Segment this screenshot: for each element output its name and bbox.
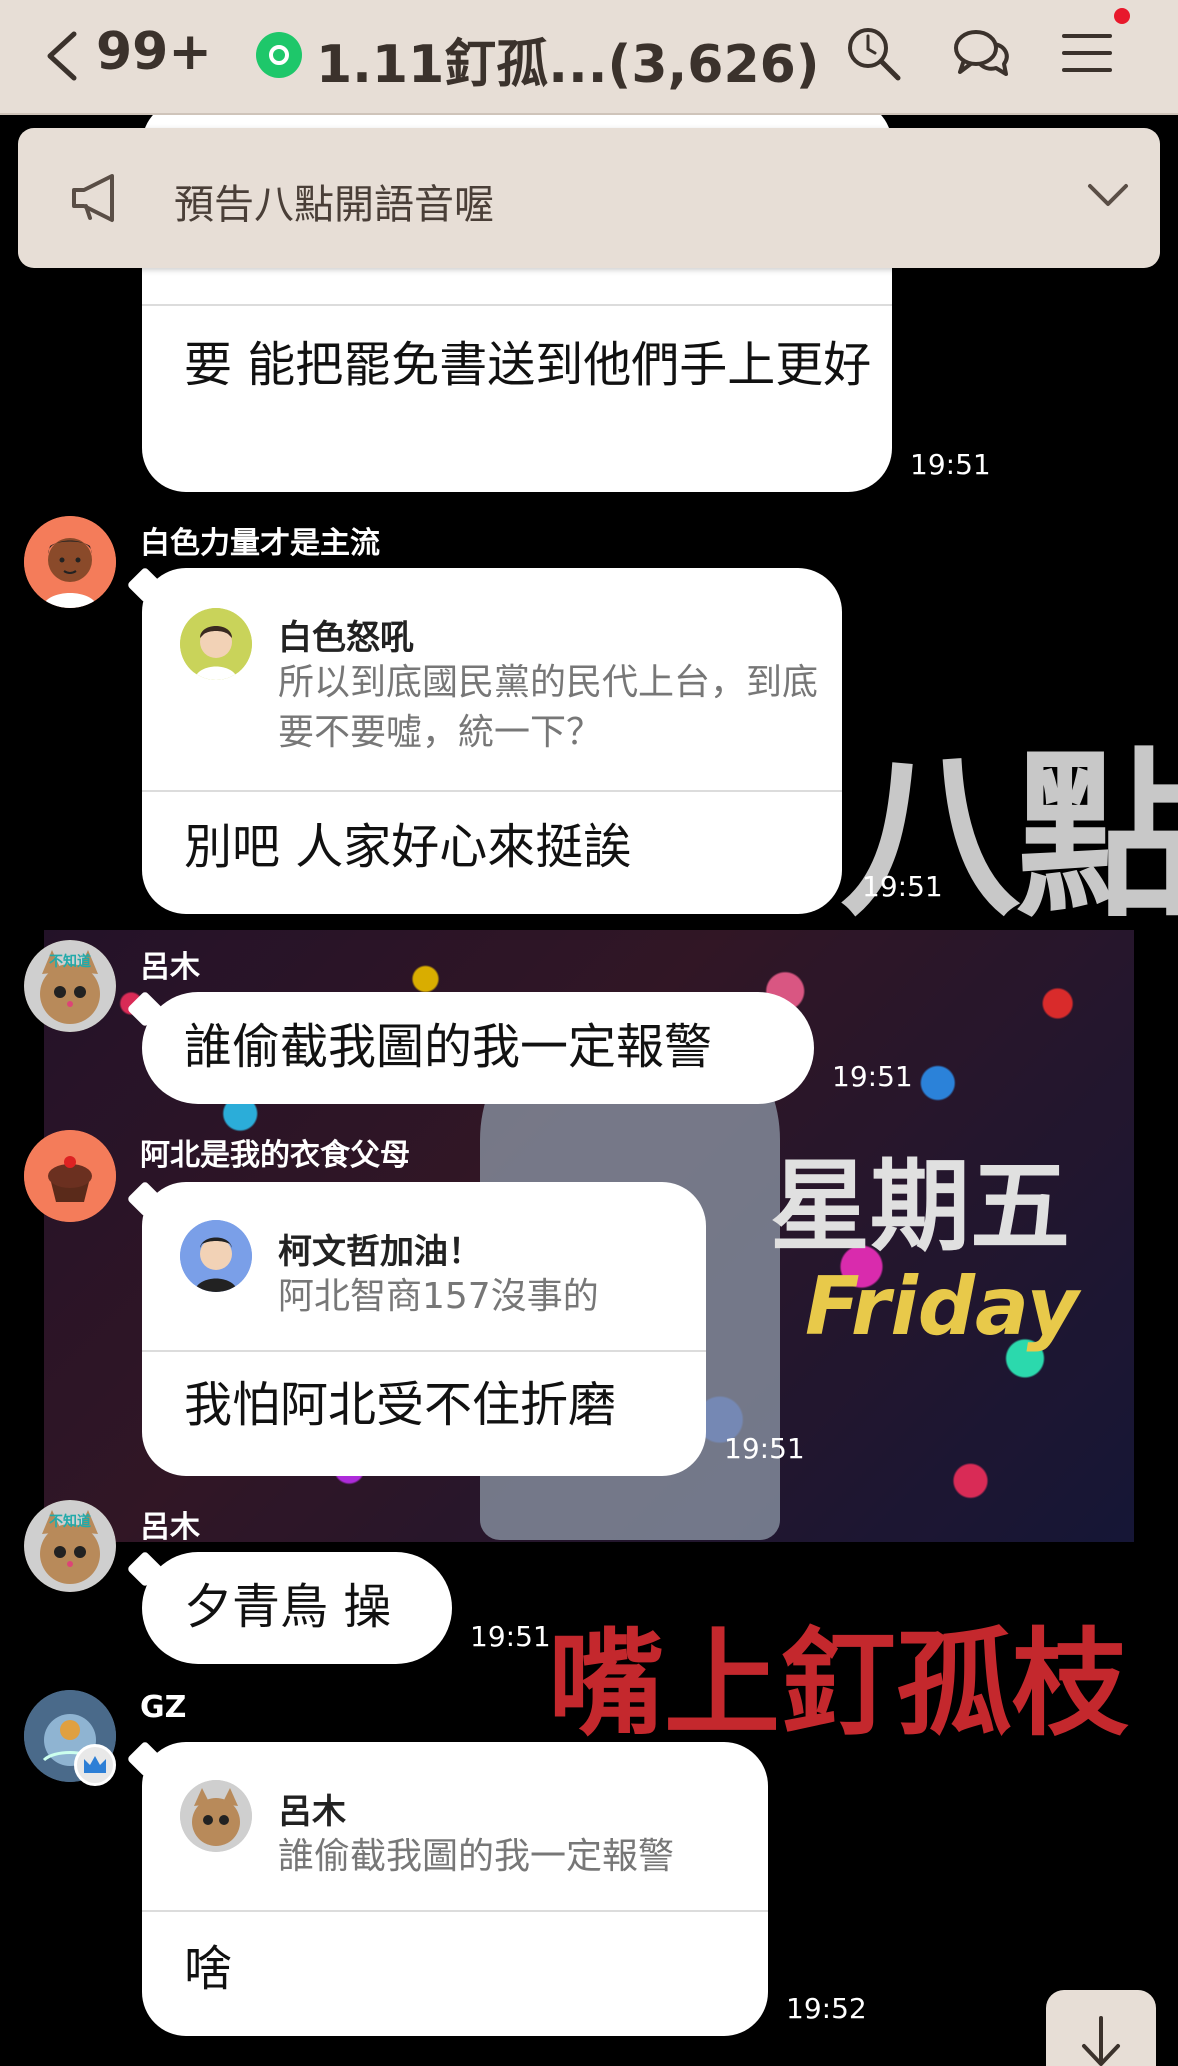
chats-icon[interactable]: [950, 22, 1012, 84]
sender-name: 呂木: [140, 1510, 200, 1545]
reply-preview[interactable]: 呂木 誰偷截我圖的我一定報警: [142, 1742, 768, 1912]
sender-name: 阿北是我的衣食父母: [140, 1138, 410, 1173]
chevron-down-icon[interactable]: [1084, 176, 1132, 216]
reply-author: 呂木: [278, 1792, 346, 1832]
svg-text:不知道: 不知道: [49, 1513, 91, 1530]
reply-preview[interactable]: 白色怒吼 所以到底國民黨的民代上台，到底要不要噓，統一下？: [142, 568, 842, 792]
background-text-friday-zh: 星期五: [770, 1148, 1070, 1265]
reply-avatar: [180, 1780, 252, 1852]
reply-avatar: [180, 608, 252, 680]
message-text: 我怕阿北受不住折磨: [184, 1377, 617, 1433]
announcement-text: 預告八點開語音喔: [174, 182, 494, 228]
message-time: 19:51: [832, 1060, 913, 1093]
sender-name: 呂木: [140, 950, 200, 985]
message-text: 啥: [184, 1941, 233, 1997]
unread-count[interactable]: 99+: [96, 22, 212, 82]
sender-name: GZ: [140, 1690, 187, 1725]
notification-dot: [1114, 8, 1130, 24]
avatar[interactable]: [24, 516, 116, 608]
message-time: 19:51: [724, 1432, 805, 1465]
avatar[interactable]: [24, 1130, 116, 1222]
sender-name: 白色力量才是主流: [140, 526, 380, 561]
reply-author: 白色怒吼: [278, 618, 414, 658]
message-time: 19:51: [862, 870, 943, 903]
svg-text:不知道: 不知道: [49, 953, 91, 970]
message-text: 要 能把罷免書送到他們手上更好: [184, 337, 872, 393]
message-bubble[interactable]: 白色怒吼 所以到底國民黨的民代上台，到底要不要噓，統一下？ 別吧 人家好心來挺誒: [142, 568, 842, 914]
chat-title[interactable]: 1.11釘孤...(3,626): [316, 22, 820, 97]
message-time: 19:51: [910, 448, 991, 481]
scroll-to-bottom-button[interactable]: [1046, 1990, 1156, 2066]
message-bubble[interactable]: 夕青鳥 操: [142, 1552, 452, 1664]
openchat-icon: [256, 32, 302, 78]
menu-icon[interactable]: [1058, 22, 1120, 84]
message-time: 19:52: [786, 1992, 867, 2025]
avatar[interactable]: 不知道: [24, 1500, 116, 1592]
reply-author: 柯文哲加油！: [278, 1232, 482, 1272]
reply-preview[interactable]: 柯文哲加油！ 阿北智商157沒事的: [142, 1182, 706, 1352]
back-icon[interactable]: [42, 30, 82, 82]
announcement-banner[interactable]: 預告八點開語音喔: [18, 128, 1160, 268]
message-bubble[interactable]: 誰偷截我圖的我一定報警: [142, 992, 814, 1104]
arrow-down-icon: [1082, 2016, 1120, 2066]
search-icon[interactable]: [842, 22, 904, 84]
chat-header: 99+ 1.11釘孤...(3,626): [0, 0, 1178, 115]
message-text: 誰偷截我圖的我一定報警: [184, 1019, 713, 1075]
message-bubble[interactable]: 呂木 誰偷截我圖的我一定報警 啥: [142, 1742, 768, 2036]
message-text: 夕青鳥 操: [184, 1579, 392, 1635]
message-bubble[interactable]: 柯文哲加油！ 阿北智商157沒事的 我怕阿北受不住折磨: [142, 1182, 706, 1476]
message-text: 別吧 人家好心來挺誒: [184, 819, 632, 875]
reply-avatar: [180, 1220, 252, 1292]
background-text-eight: 八點: [840, 733, 1178, 942]
reply-text: 所以到底國民黨的民代上台，到底要不要噓，統一下？: [278, 662, 819, 753]
message-time: 19:51: [470, 1620, 551, 1653]
reply-text: 誰偷截我圖的我一定報警: [278, 1836, 675, 1877]
reply-text: 阿北智商157沒事的: [278, 1276, 599, 1317]
background-text-friday-en: Friday: [805, 1260, 1079, 1353]
reply-divider: [142, 304, 892, 306]
admin-crown-icon: [74, 1744, 116, 1786]
avatar[interactable]: 不知道: [24, 940, 116, 1032]
megaphone-icon: [66, 166, 130, 230]
background-text-mouth: 嘴上釘孤枝: [548, 1617, 1128, 1752]
